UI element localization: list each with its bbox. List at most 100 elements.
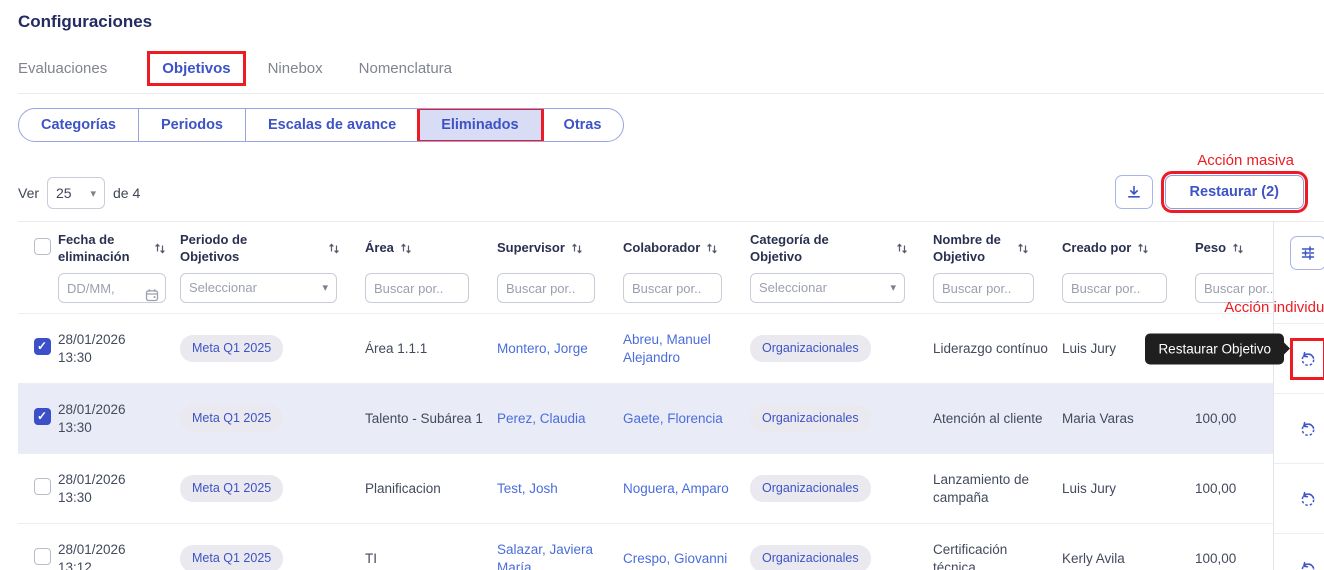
- subtab-eliminados[interactable]: Eliminados: [419, 109, 541, 141]
- sort-icon[interactable]: [1232, 242, 1244, 255]
- cell-nombre: Atención al cliente: [933, 410, 1062, 428]
- table-row: ✓ 28/01/202613:30 Meta Q1 2025 Área 1.1.…: [18, 313, 1324, 383]
- sort-icon[interactable]: [571, 242, 583, 255]
- supervisor-link[interactable]: Test, Josh: [497, 481, 558, 496]
- table-row: ✓ 28/01/202613:30 Meta Q1 2025 Planifica…: [18, 453, 1324, 523]
- restore-icon: [1299, 560, 1317, 570]
- colaborador-link[interactable]: Abreu, Manuel Alejandro: [623, 332, 711, 365]
- calendar-icon[interactable]: [145, 288, 159, 302]
- header-colaborador: Colaborador: [623, 240, 700, 256]
- area-filter-input[interactable]: [365, 273, 469, 303]
- restore-icon: [1299, 490, 1317, 508]
- colaborador-link[interactable]: Noguera, Amparo: [623, 481, 729, 496]
- row-checkbox[interactable]: ✓: [34, 478, 51, 495]
- periodo-badge: Meta Q1 2025: [180, 405, 283, 431]
- total-label: de 4: [113, 185, 140, 201]
- categoria-filter-placeholder: Seleccionar: [759, 280, 827, 297]
- page-title: Configuraciones: [18, 12, 1324, 32]
- row-checkbox[interactable]: ✓: [34, 548, 51, 565]
- cell-area: Talento - Subárea 1: [365, 410, 497, 428]
- cell-area: Planificacion: [365, 480, 497, 498]
- header-creado: Creado por: [1062, 240, 1131, 256]
- supervisor-link[interactable]: Montero, Jorge: [497, 341, 588, 356]
- tab-ninebox[interactable]: Ninebox: [268, 48, 323, 93]
- cell-creado: Kerly Avila: [1062, 550, 1195, 568]
- sort-icon[interactable]: [400, 242, 412, 255]
- restore-row-button[interactable]: [1295, 556, 1321, 570]
- ver-label: Ver: [18, 185, 39, 201]
- page-size-value: 25: [56, 185, 72, 201]
- categoria-badge: Organizacionales: [750, 475, 871, 501]
- annotation-individual-action: Acción individual: [1224, 299, 1324, 316]
- sort-icon[interactable]: [328, 242, 340, 255]
- configurations-page: Configuraciones Evaluaciones Objetivos N…: [0, 0, 1324, 570]
- sort-icon[interactable]: [1137, 242, 1149, 255]
- categoria-filter-select[interactable]: Seleccionar ▾: [750, 273, 905, 303]
- page-size-control: Ver 25 ▾ de 4: [18, 177, 140, 209]
- tab-objetivos[interactable]: Objetivos: [150, 54, 242, 83]
- sort-icon[interactable]: [706, 242, 718, 255]
- annotation-box-individual: [1290, 338, 1324, 380]
- table-row: ✓ 28/01/202613:30 Meta Q1 2025 Talento -…: [18, 383, 1324, 453]
- cell-fecha: 28/01/202613:30: [58, 471, 180, 506]
- fecha-filter: [58, 281, 166, 296]
- main-tabs: Evaluaciones Objetivos Ninebox Nomenclat…: [18, 48, 1324, 94]
- categoria-badge: Organizacionales: [750, 405, 871, 431]
- page-size-select[interactable]: 25 ▾: [47, 177, 105, 209]
- row-checkbox[interactable]: ✓: [34, 408, 51, 425]
- table-header-row: ✓ Fecha de eliminación Periodo de Objeti…: [18, 221, 1324, 267]
- sort-icon[interactable]: [1017, 242, 1029, 255]
- row-checkbox[interactable]: ✓: [34, 338, 51, 355]
- deleted-objectives-table: ✓ Fecha de eliminación Periodo de Objeti…: [18, 221, 1324, 570]
- restore-icon: [1299, 420, 1317, 438]
- sort-icon[interactable]: [896, 242, 908, 255]
- header-nombre: Nombre de Objetivo: [933, 232, 1011, 265]
- tab-nomenclatura[interactable]: Nomenclatura: [359, 48, 452, 93]
- chevron-down-icon: ▾: [322, 281, 328, 295]
- restore-row-button[interactable]: [1295, 486, 1321, 512]
- cell-fecha: 28/01/202613:30: [58, 331, 180, 366]
- subtab-periodos[interactable]: Periodos: [139, 109, 246, 141]
- periodo-badge: Meta Q1 2025: [180, 475, 283, 501]
- header-supervisor: Supervisor: [497, 240, 565, 256]
- cell-nombre: Liderazgo contínuo: [933, 340, 1062, 358]
- select-all-checkbox[interactable]: ✓: [34, 238, 51, 255]
- nombre-filter-input[interactable]: [933, 273, 1034, 303]
- restore-selected-button[interactable]: Restaurar (2): [1165, 175, 1304, 209]
- creado-filter-input[interactable]: [1062, 273, 1167, 303]
- bulk-actions: Acción masiva Restaurar (2): [1115, 152, 1304, 209]
- subtab-otras[interactable]: Otras: [542, 109, 624, 141]
- supervisor-filter-input[interactable]: [497, 273, 595, 303]
- colaborador-link[interactable]: Crespo, Giovanni: [623, 551, 727, 566]
- periodo-filter-placeholder: Seleccionar: [189, 280, 257, 297]
- download-button[interactable]: [1115, 175, 1153, 209]
- colaborador-filter-input[interactable]: [623, 273, 722, 303]
- sort-icon[interactable]: [154, 242, 166, 255]
- header-peso: Peso: [1195, 240, 1226, 256]
- annotation-box-objetivos: Objetivos: [147, 51, 245, 86]
- restore-row-button[interactable]: [1295, 416, 1321, 442]
- colaborador-link[interactable]: Gaete, Florencia: [623, 411, 723, 426]
- cell-creado: Maria Varas: [1062, 410, 1195, 428]
- actions-column: [1273, 221, 1324, 570]
- header-area: Área: [365, 240, 394, 256]
- periodo-filter-select[interactable]: Seleccionar ▾: [180, 273, 337, 303]
- categoria-badge: Organizacionales: [750, 545, 871, 570]
- cell-creado: Luis Jury: [1062, 480, 1195, 498]
- subtab-escalas-de-avance[interactable]: Escalas de avance: [246, 109, 419, 141]
- supervisor-link[interactable]: Perez, Claudia: [497, 411, 586, 426]
- categoria-badge: Organizacionales: [750, 335, 871, 361]
- header-fecha: Fecha de eliminación: [58, 232, 148, 265]
- supervisor-link[interactable]: Salazar, Javiera María: [497, 542, 593, 570]
- table-controls: Ver 25 ▾ de 4 Acción masiva Restaurar (2…: [18, 152, 1324, 209]
- cell-nombre: Lanzamiento de campaña: [933, 471, 1062, 506]
- cell-nombre: Certificación técnica: [933, 541, 1062, 570]
- column-settings-button[interactable]: [1290, 236, 1324, 270]
- header-categoria: Categoría de Objetivo: [750, 232, 842, 265]
- restore-row-button[interactable]: [1295, 346, 1321, 372]
- subtab-categorias[interactable]: Categorías: [19, 109, 139, 141]
- tab-evaluaciones[interactable]: Evaluaciones: [18, 48, 107, 93]
- restore-tooltip: Restaurar Objetivo: [1145, 333, 1284, 364]
- periodo-badge: Meta Q1 2025: [180, 545, 283, 570]
- header-periodo: Periodo de Objetivos: [180, 232, 266, 265]
